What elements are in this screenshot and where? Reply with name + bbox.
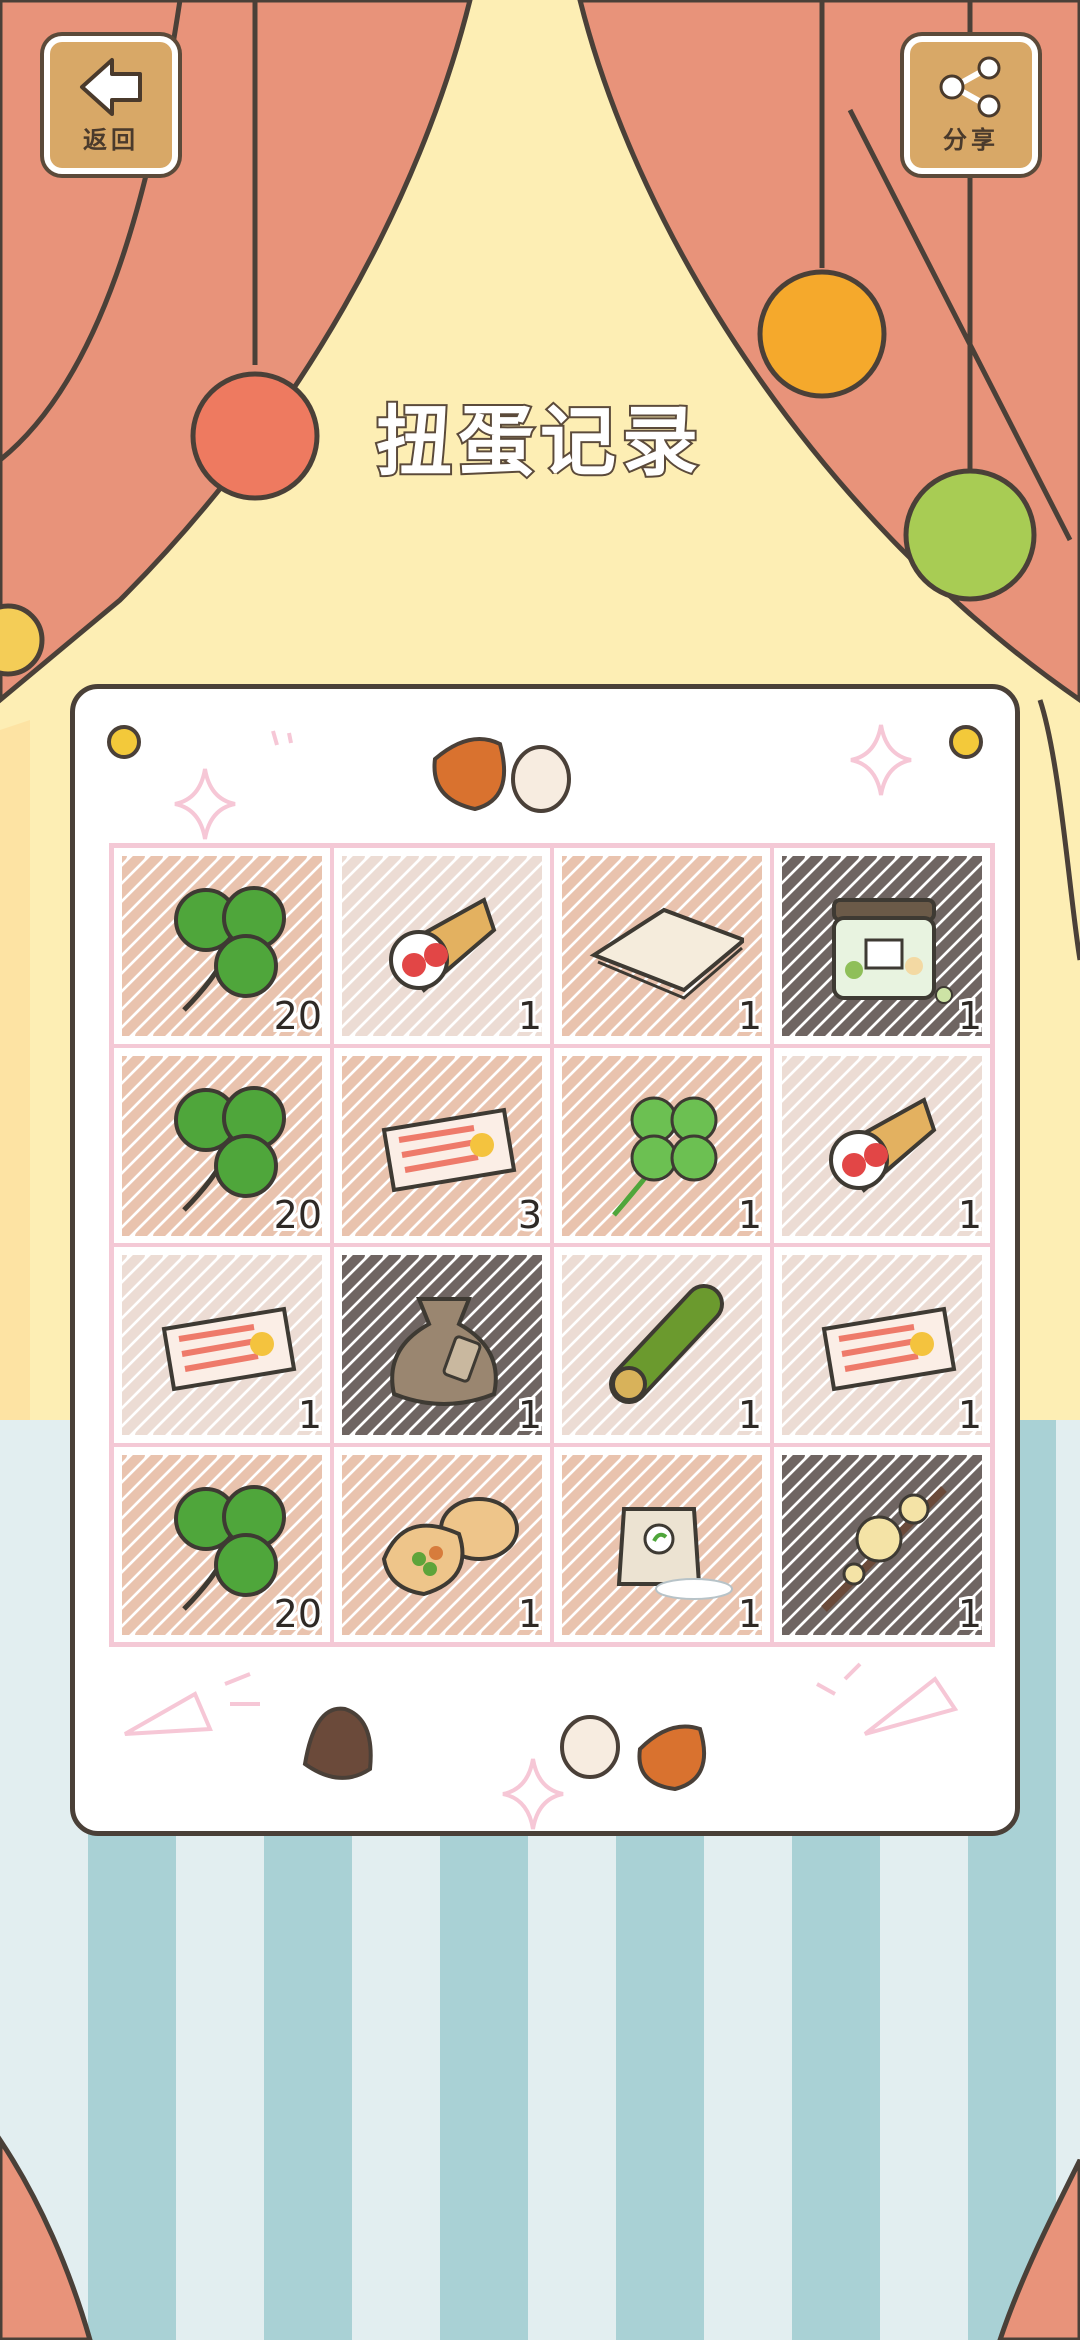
record-count: 1: [515, 991, 545, 1041]
record-count: 20: [271, 1589, 325, 1639]
record-cell[interactable]: 3: [332, 1045, 552, 1245]
share-label: 分享: [943, 125, 999, 154]
record-cell[interactable]: 1: [772, 1444, 992, 1644]
record-cell[interactable]: 20: [112, 846, 332, 1046]
record-cell[interactable]: 20: [112, 1444, 332, 1644]
record-count: 1: [735, 1390, 765, 1440]
record-count: 1: [295, 1390, 325, 1440]
record-count: 1: [515, 1589, 545, 1639]
back-label: 返回: [83, 125, 139, 154]
record-count: 1: [955, 1589, 985, 1639]
record-count: 20: [271, 991, 325, 1041]
record-cell[interactable]: 1: [332, 1245, 552, 1445]
record-cell[interactable]: 1: [772, 1045, 992, 1245]
cloth-sack-icon: [390, 1297, 498, 1406]
record-cell[interactable]: 1: [112, 1245, 332, 1445]
plum-blossom-branch-icon: [821, 1485, 947, 1612]
strawberry-crepe-icon: [829, 1096, 937, 1193]
record-cell[interactable]: 1: [772, 846, 992, 1046]
share-icon: [939, 56, 1001, 117]
record-cell[interactable]: 1: [552, 1045, 772, 1245]
record-count: 20: [271, 1190, 325, 1240]
record-count: 3: [515, 1190, 545, 1240]
record-cell[interactable]: 20: [112, 1045, 332, 1245]
record-count: 1: [515, 1390, 545, 1440]
record-count: 1: [735, 991, 765, 1041]
record-count: 1: [735, 1190, 765, 1240]
record-count: 1: [735, 1589, 765, 1639]
candy-jar-icon: [832, 898, 953, 1004]
bamboo-tube-icon: [609, 1284, 724, 1404]
paper-sheet-icon: [589, 907, 744, 1000]
back-arrow-icon: [80, 57, 142, 116]
record-cell[interactable]: 1: [552, 846, 772, 1046]
record-count: 1: [955, 1390, 985, 1440]
ticket-icon: [161, 1306, 297, 1392]
share-button[interactable]: 分享: [904, 36, 1038, 174]
record-cell[interactable]: 1: [772, 1245, 992, 1445]
strawberry-crepe-icon: [389, 897, 497, 993]
gacha-record-board: 20 1 1 1 20 3 1 1 1 1 1 1 20 1 1 1: [70, 684, 1020, 1836]
back-button[interactable]: 返回: [44, 36, 178, 174]
record-count: 1: [955, 1190, 985, 1240]
record-cell[interactable]: 1: [332, 846, 552, 1046]
record-cell[interactable]: 1: [552, 1245, 772, 1445]
record-grid: 20 1 1 1 20 3 1 1 1 1 1 1 20 1 1 1: [109, 843, 995, 1647]
ticket-icon: [821, 1306, 957, 1392]
record-count: 1: [955, 991, 985, 1041]
page-title: 扭蛋记录: [374, 395, 704, 488]
four-leaf-clover-icon: [612, 1096, 718, 1217]
flour-bag-icon: [616, 1506, 733, 1600]
record-cell[interactable]: 1: [552, 1444, 772, 1644]
ticket-icon: [381, 1107, 517, 1192]
record-cell[interactable]: 1: [332, 1444, 552, 1644]
stuffed-pita-icon: [381, 1496, 519, 1596]
